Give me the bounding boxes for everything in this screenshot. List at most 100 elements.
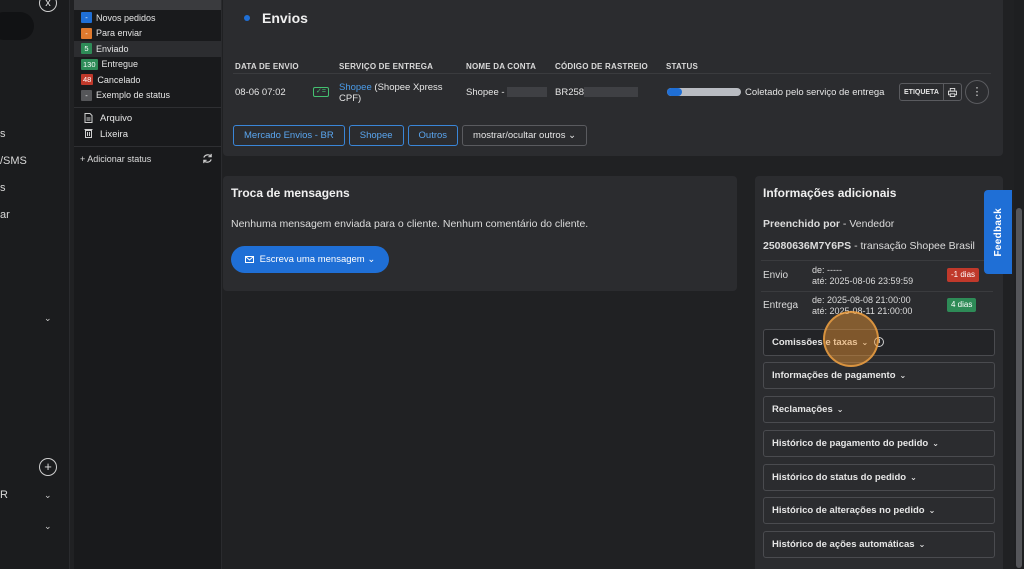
- status-label: Enviado: [96, 43, 129, 54]
- nav-item-fragment[interactable]: s: [0, 128, 6, 140]
- chevron-down-icon: ⌄: [932, 439, 939, 448]
- close-icon[interactable]: x: [39, 0, 57, 12]
- status-item-enviado[interactable]: 5 Enviado: [74, 41, 221, 57]
- sidebar-top-item[interactable]: [74, 0, 221, 10]
- chevron-down-icon: ⌄: [918, 540, 926, 549]
- tracking-code[interactable]: BR258: [555, 87, 639, 98]
- filter-shopee-button[interactable]: Shopee: [348, 125, 404, 146]
- accordion-status-history[interactable]: Histórico do status do pedido ⌄: [763, 464, 995, 491]
- folder-label: Arquivo: [100, 113, 133, 125]
- chevron-down-icon: ⌄: [367, 254, 376, 265]
- chevron-down-icon: ⌄: [836, 405, 844, 414]
- delivery-window-label: Entrega: [763, 300, 799, 311]
- divider: [761, 260, 993, 261]
- messages-title: Troca de mensagens: [231, 186, 350, 200]
- shipping-days-badge: -1 dias: [947, 268, 980, 282]
- print-icon[interactable]: [942, 84, 961, 100]
- shipping-title: Envios: [244, 10, 308, 26]
- folder-item-arquivo[interactable]: Arquivo: [74, 111, 221, 127]
- info-title: Informações adicionais: [763, 186, 897, 200]
- status-label: Novos pedidos: [96, 12, 156, 23]
- status-item-cancelado[interactable]: 48 Cancelado: [74, 72, 221, 88]
- status-item-novos-pedidos[interactable]: - Novos pedidos: [74, 10, 221, 26]
- shipping-progress-bar: [667, 88, 741, 96]
- toggle-others-button[interactable]: mostrar/ocultar outros ⌄: [462, 125, 588, 146]
- chevron-down-icon[interactable]: ⌄: [44, 521, 52, 532]
- nav-item-fragment[interactable]: ar: [0, 209, 10, 221]
- chevron-down-icon: ⌄: [928, 506, 936, 515]
- status-label: Exemplo de status: [96, 90, 171, 101]
- chevron-down-icon: ⌄: [899, 371, 907, 380]
- status-count-badge: 5: [81, 43, 92, 55]
- chevron-down-icon[interactable]: ⌄: [44, 313, 52, 324]
- account-name: Shopee -: [466, 87, 548, 98]
- accordion-commissions[interactable]: Comissões e taxas ⌄ i: [763, 329, 995, 356]
- folder-label: Lixeira: [100, 128, 128, 140]
- column-header-date: DATA DE ENVIO: [235, 62, 299, 71]
- plus-icon[interactable]: +: [39, 458, 57, 476]
- scrollbar-thumb[interactable]: [1016, 208, 1022, 568]
- nav-item-fragment[interactable]: R: [0, 489, 8, 501]
- column-header-status: STATUS: [666, 62, 699, 71]
- filled-by: Preenchido por - Vendedor: [763, 218, 895, 230]
- divider: [761, 291, 993, 292]
- shipping-window-dates: de: ----- até: 2025-08-06 23:59:59: [812, 265, 914, 286]
- service-link[interactable]: Shopee: [339, 82, 372, 93]
- status-item-exemplo[interactable]: - Exemplo de status: [74, 88, 221, 104]
- delivery-days-badge: 4 dias: [947, 298, 977, 312]
- redacted-block: [507, 87, 548, 98]
- search-pill[interactable]: [0, 12, 34, 40]
- shipping-window-label: Envio: [763, 270, 789, 281]
- header-divider: [233, 73, 991, 74]
- status-count-badge: -: [81, 27, 92, 39]
- additional-info-card: Informações adicionais Preenchido por - …: [755, 176, 1003, 569]
- accordion-payment-info[interactable]: Informações de pagamento ⌄: [763, 362, 995, 389]
- column-header-account: NOME DA CONTA: [466, 62, 537, 71]
- shipping-card: Envios DATA DE ENVIO SERVIÇO DE ENTREGA …: [223, 0, 1003, 156]
- chevron-down-icon[interactable]: ⌄: [44, 490, 52, 501]
- shipping-status-text: Coletado pelo serviço de entrega: [745, 87, 885, 98]
- progress-fill: [667, 88, 682, 96]
- mail-icon: [245, 254, 260, 265]
- redacted-block: [584, 87, 639, 98]
- more-options-icon[interactable]: ⋮: [965, 80, 989, 104]
- column-header-service: SERVIÇO DE ENTREGA: [339, 62, 434, 71]
- status-label: Cancelado: [97, 74, 141, 85]
- label-button-group: ETIQUETA: [899, 83, 962, 101]
- accordion-changes-history[interactable]: Histórico de alterações no pedido ⌄: [763, 497, 995, 524]
- status-count-badge: 130: [81, 58, 98, 70]
- chevron-down-icon: ⌄: [568, 130, 577, 141]
- filter-mercado-envios-button[interactable]: Mercado Envios - BR: [233, 125, 345, 146]
- add-status-button[interactable]: + Adicionar status: [80, 154, 151, 164]
- status-sidebar: - Novos pedidos - Para enviar 5 Enviado 130…: [74, 0, 222, 569]
- status-item-entregue[interactable]: 130 Entregue: [74, 57, 221, 73]
- accordion-complaints[interactable]: Reclamações ⌄: [763, 396, 995, 423]
- scrollbar[interactable]: [1014, 0, 1024, 569]
- nav-item-fragment[interactable]: s: [0, 182, 6, 194]
- shipping-service: Shopee (Shopee Xpress CPF): [339, 82, 443, 104]
- add-status-row: + Adicionar status: [74, 150, 221, 168]
- nav-item-sms[interactable]: /SMS: [0, 155, 27, 167]
- chevron-down-icon: ⌄: [910, 473, 917, 482]
- accordion-payment-history[interactable]: Histórico de pagamento do pedido ⌄: [763, 430, 995, 457]
- file-icon: [83, 112, 93, 125]
- label-button[interactable]: ETIQUETA: [900, 89, 943, 96]
- click-highlight: [823, 311, 879, 367]
- messages-card: Troca de mensagens Nenhuma mensagem envi…: [223, 176, 737, 291]
- trash-icon: [83, 128, 93, 140]
- refresh-icon[interactable]: [202, 153, 213, 166]
- messages-empty-text: Nenhuma mensagem enviada para o cliente.…: [231, 218, 589, 230]
- write-message-button[interactable]: Escreva uma mensagem ⌄: [231, 246, 390, 273]
- shipping-label-icon: ✓=: [313, 87, 329, 97]
- filter-outros-button[interactable]: Outros: [407, 125, 459, 146]
- column-header-tracking: CÓDIGO DE RASTREIO: [555, 62, 648, 71]
- feedback-tab[interactable]: Feedback: [984, 190, 1012, 274]
- folder-item-lixeira[interactable]: Lixeira: [74, 127, 221, 143]
- status-count-badge: 48: [81, 74, 94, 86]
- left-navigation: x s /SMS s ar ⌄ + R ⌄ ⌄: [0, 0, 70, 569]
- shipping-date: 08-06 07:02: [235, 87, 286, 98]
- accordion-automation-history[interactable]: Histórico de ações automáticas ⌄: [763, 531, 995, 558]
- status-count-badge: -: [81, 89, 92, 101]
- status-label: Entregue: [101, 59, 139, 70]
- status-item-para-enviar[interactable]: - Para enviar: [74, 26, 221, 42]
